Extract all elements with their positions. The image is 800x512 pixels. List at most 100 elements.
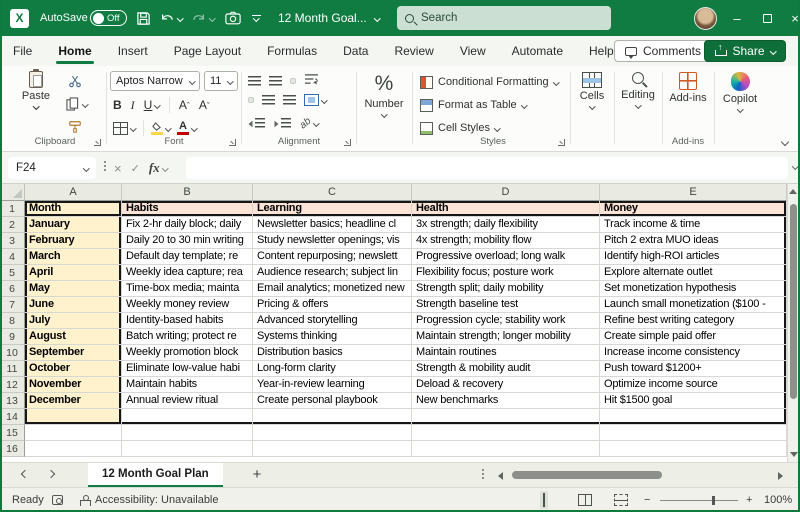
- cell-D12[interactable]: Deload & recovery: [412, 377, 600, 393]
- save-button[interactable]: [136, 0, 151, 36]
- cell-C10[interactable]: Distribution basics: [253, 345, 412, 361]
- row-header-12[interactable]: 12: [0, 377, 25, 393]
- cell-C14[interactable]: [253, 409, 412, 425]
- cell-D13[interactable]: New benchmarks: [412, 393, 600, 409]
- search-input[interactable]: [421, 12, 571, 24]
- italic-button[interactable]: I: [131, 98, 135, 113]
- row-header-6[interactable]: 6: [0, 281, 25, 297]
- cell-D16[interactable]: [412, 441, 600, 457]
- cell-B2[interactable]: Fix 2-hr daily block; daily: [122, 217, 253, 233]
- alignment-dialog-launcher-icon[interactable]: [344, 139, 351, 146]
- vertical-scrollbar[interactable]: [787, 184, 798, 462]
- cell-A9[interactable]: August: [25, 329, 122, 345]
- cell-A10[interactable]: September: [25, 345, 122, 361]
- cell-C3[interactable]: Study newsletter openings; vis: [253, 233, 412, 249]
- ribbon-tab-page-layout[interactable]: Page Layout: [161, 36, 254, 66]
- row-header-3[interactable]: 3: [0, 233, 25, 249]
- cell-A2[interactable]: January: [25, 217, 122, 233]
- ribbon-tab-review[interactable]: Review: [381, 36, 446, 66]
- excel-app-icon[interactable]: X: [10, 0, 29, 36]
- cell-C9[interactable]: Systems thinking: [253, 329, 412, 345]
- qat-customize-button[interactable]: [252, 0, 261, 36]
- align-left-button[interactable]: [248, 97, 254, 103]
- cell-B11[interactable]: Eliminate low-value habi: [122, 361, 253, 377]
- row-header-4[interactable]: 4: [0, 249, 25, 265]
- cell-E10[interactable]: Increase income consistency: [600, 345, 787, 361]
- row-header-1[interactable]: 1: [0, 201, 25, 217]
- cell-A4[interactable]: March: [25, 249, 122, 265]
- zoom-out-button[interactable]: −: [644, 488, 650, 512]
- column-header-D[interactable]: D: [412, 184, 600, 201]
- redo-button[interactable]: [192, 0, 215, 36]
- conditional-formatting-button[interactable]: Conditional Formatting: [420, 71, 558, 93]
- underline-button[interactable]: U: [144, 98, 160, 112]
- tabbar-splitter[interactable]: [482, 469, 484, 479]
- cell-B15[interactable]: [122, 425, 253, 441]
- cell-E2[interactable]: Track income & time: [600, 217, 787, 233]
- expand-formula-bar-icon[interactable]: [792, 163, 798, 169]
- paste-button[interactable]: Paste: [16, 71, 56, 109]
- ribbon-tab-insert[interactable]: Insert: [105, 36, 161, 66]
- copy-button[interactable]: [66, 97, 88, 111]
- cell-D8[interactable]: Progression cycle; stability work: [412, 313, 600, 329]
- cell-D15[interactable]: [412, 425, 600, 441]
- orientation-button[interactable]: ab: [300, 118, 319, 129]
- cell-E5[interactable]: Explore alternate outlet: [600, 265, 787, 281]
- undo-dropdown-icon[interactable]: [177, 15, 183, 21]
- cell-A15[interactable]: [25, 425, 122, 441]
- cell-D10[interactable]: Maintain routines: [412, 345, 600, 361]
- format-as-table-button[interactable]: Format as Table: [420, 94, 526, 116]
- cells-button[interactable]: Cells: [572, 72, 612, 109]
- formula-bar-handle[interactable]: [104, 161, 106, 171]
- normal-view-button[interactable]: [540, 488, 548, 512]
- cell-B9[interactable]: Batch writing; protect re: [122, 329, 253, 345]
- zoom-slider[interactable]: [660, 488, 738, 512]
- cell-E3[interactable]: Pitch 2 extra MUO ideas: [600, 233, 787, 249]
- decrease-indent-button[interactable]: [248, 118, 265, 129]
- column-header-C[interactable]: C: [253, 184, 412, 201]
- cut-button[interactable]: [68, 74, 82, 88]
- cell-C16[interactable]: [253, 441, 412, 457]
- number-format-button[interactable]: % Number: [358, 72, 410, 117]
- cell-B3[interactable]: Daily 20 to 30 min writing: [122, 233, 253, 249]
- cell-E4[interactable]: Identify high-ROI articles: [600, 249, 787, 265]
- undo-button[interactable]: [160, 0, 183, 36]
- close-button[interactable]: ×: [780, 0, 800, 36]
- zoom-slider-handle[interactable]: [712, 496, 715, 505]
- ribbon-tab-file[interactable]: File: [0, 36, 45, 66]
- cell-C2[interactable]: Newsletter basics; headline cl: [253, 217, 412, 233]
- cell-B13[interactable]: Annual review ritual: [122, 393, 253, 409]
- clipboard-dialog-launcher-icon[interactable]: [94, 139, 101, 146]
- macro-record-button[interactable]: [52, 488, 63, 512]
- cell-B14[interactable]: [122, 409, 253, 425]
- editing-button[interactable]: Editing: [616, 72, 660, 108]
- cell-B8[interactable]: Identity-based habits: [122, 313, 253, 329]
- ribbon-tab-automate[interactable]: Automate: [499, 36, 576, 66]
- cell-E12[interactable]: Optimize income source: [600, 377, 787, 393]
- cell-B6[interactable]: Time-box media; mainta: [122, 281, 253, 297]
- align-right-icon[interactable]: [283, 95, 296, 106]
- decrease-font-button[interactable]: Aˇ: [199, 98, 210, 112]
- cell-A7[interactable]: June: [25, 297, 122, 313]
- align-top-icon[interactable]: [248, 76, 261, 87]
- cell-D5[interactable]: Flexibility focus; posture work: [412, 265, 600, 281]
- cell-A11[interactable]: October: [25, 361, 122, 377]
- addins-button[interactable]: Add-ins: [664, 72, 712, 104]
- previous-sheet-icon[interactable]: [21, 470, 29, 478]
- cell-C11[interactable]: Long-form clarity: [253, 361, 412, 377]
- row-header-2[interactable]: 2: [0, 217, 25, 233]
- font-size-combobox[interactable]: 11: [204, 71, 238, 91]
- cancel-entry-button[interactable]: ×: [114, 161, 122, 176]
- cell-A3[interactable]: February: [25, 233, 122, 249]
- align-center-icon[interactable]: [262, 95, 275, 106]
- cell-E1[interactable]: Money: [600, 201, 787, 217]
- cell-A14[interactable]: [25, 409, 122, 425]
- copilot-button[interactable]: Copilot: [716, 72, 764, 112]
- cell-C15[interactable]: [253, 425, 412, 441]
- cell-D11[interactable]: Strength & mobility audit: [412, 361, 600, 377]
- cell-A1[interactable]: Month: [25, 201, 122, 217]
- cell-E14[interactable]: [600, 409, 787, 425]
- align-middle-icon[interactable]: [269, 76, 282, 87]
- collapse-ribbon-icon[interactable]: [781, 138, 789, 146]
- row-header-11[interactable]: 11: [0, 361, 25, 377]
